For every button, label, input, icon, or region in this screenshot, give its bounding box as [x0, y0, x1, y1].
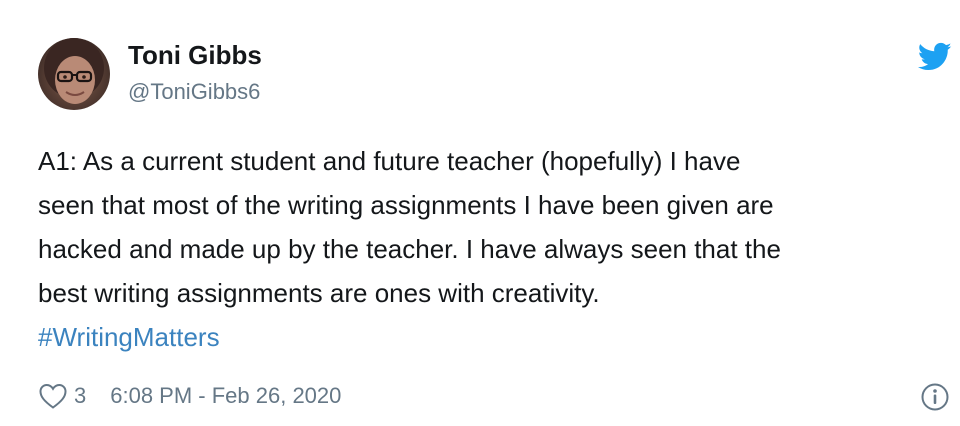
info-circle-icon[interactable] — [920, 382, 950, 412]
tweet-text-line: A1: As a current student and future teac… — [38, 146, 741, 176]
like-button[interactable]: 3 — [38, 382, 86, 410]
hashtag-link[interactable]: #WritingMatters — [38, 322, 220, 352]
tweet-text-line: best writing assignments are ones with c… — [38, 278, 600, 308]
twitter-bird-icon[interactable] — [918, 42, 952, 72]
avatar[interactable] — [38, 38, 110, 110]
like-count: 3 — [74, 383, 87, 408]
tweet-text-line: seen that most of the writing assignment… — [38, 190, 774, 220]
tweet-timestamp[interactable]: 6:08 PM - Feb 26, 2020 — [110, 383, 341, 409]
tweet-footer: 3 6:08 PM - Feb 26, 2020 — [38, 379, 341, 413]
tweet-card: Toni Gibbs @ToniGibbs6 A1: As a current … — [0, 0, 960, 426]
user-display-name[interactable]: Toni Gibbs — [128, 40, 262, 70]
tweet-text: A1: As a current student and future teac… — [38, 139, 948, 359]
tweet-text-line: hacked and made up by the teacher. I hav… — [38, 234, 781, 264]
heart-outline-icon — [39, 383, 67, 409]
user-handle[interactable]: @ToniGibbs6 — [128, 79, 260, 105]
